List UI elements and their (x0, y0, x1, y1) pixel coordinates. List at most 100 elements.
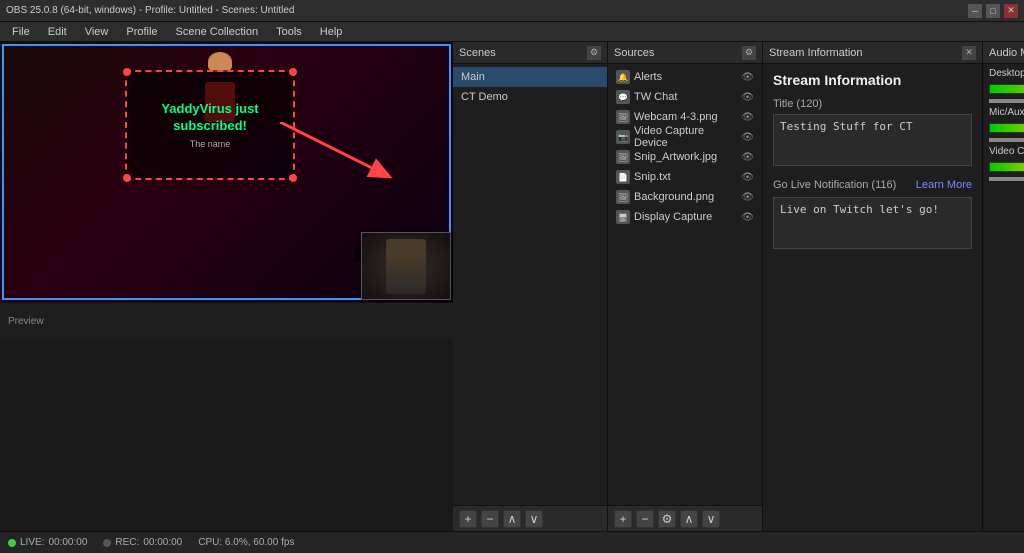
desktop-audio-fader: 🔊 ⚙ (989, 81, 1024, 97)
menu-scene-collection[interactable]: Scene Collection (168, 24, 267, 40)
go-live-row: Go Live Notification (116) Learn More (773, 179, 972, 191)
move-source-down-button[interactable]: ∨ (702, 510, 720, 528)
audio-panel-title: Audio Mixer (989, 47, 1024, 59)
title-field-label: Title (120) (773, 98, 972, 110)
sources-panel-title: Sources (614, 47, 654, 59)
snip-artwork-icon: 🖼 (616, 150, 630, 164)
source-twchat-name: TW Chat (634, 91, 677, 103)
menu-profile[interactable]: Profile (118, 24, 165, 40)
arrow-overlay (280, 122, 400, 182)
stream-title-input[interactable] (773, 114, 972, 166)
middle-section: YaddyVirus just subscribed! The name n Y… (0, 42, 1024, 531)
alerts-visibility[interactable]: 👁 (741, 72, 754, 83)
move-scene-down-button[interactable]: ∨ (525, 510, 543, 528)
source-display-capture-name: Display Capture (634, 211, 712, 223)
add-scene-button[interactable]: + (459, 510, 477, 528)
move-source-up-button[interactable]: ∧ (680, 510, 698, 528)
snip-txt-icon: 📄 (616, 170, 630, 184)
source-webcam[interactable]: 🖼 Webcam 4-3.png 👁 (608, 107, 762, 127)
source-snip-artwork[interactable]: 🖼 Snip_Artwork.jpg 👁 (608, 147, 762, 167)
scenes-config-icon[interactable]: ⚙ (587, 46, 601, 60)
source-video-capture[interactable]: 📷 Video Capture Device 👁 (608, 127, 762, 147)
remove-scene-button[interactable]: − (481, 510, 499, 528)
twchat-icon: 💬 (616, 90, 630, 104)
scene-item-ct-demo[interactable]: CT Demo (453, 87, 607, 107)
alerts-icon: 🔔 (616, 70, 630, 84)
go-live-label: Go Live Notification (116) (773, 179, 896, 191)
snip-txt-visibility[interactable]: 👁 (741, 172, 754, 183)
menu-edit[interactable]: Edit (40, 24, 75, 40)
learn-more-link[interactable]: Learn More (916, 179, 972, 191)
display-capture-visibility[interactable]: 👁 (741, 212, 754, 223)
subscribe-sub: The name (190, 139, 231, 149)
twchat-visibility[interactable]: 👁 (741, 92, 754, 103)
subscribe-box: YaddyVirus just subscribed! The name (125, 70, 295, 180)
go-live-input[interactable] (773, 197, 972, 249)
rec-time: 00:00:00 (143, 537, 182, 548)
source-twchat[interactable]: 💬 TW Chat 👁 (608, 87, 762, 107)
desktop-audio-header: Desktop Audio 0.0 dB (989, 68, 1024, 79)
video-capture-visibility[interactable]: 👁 (741, 132, 754, 143)
audio-track-desktop: Desktop Audio 0.0 dB 🔊 ⚙ (989, 68, 1024, 103)
source-background-name: Background.png (634, 191, 714, 203)
sources-footer: + − ⚙ ∧ ∨ (608, 505, 762, 531)
maximize-button[interactable]: □ (986, 4, 1000, 18)
live-dot (8, 539, 16, 547)
source-settings-button[interactable]: ⚙ (658, 510, 676, 528)
mic-vol-slider[interactable] (989, 138, 1024, 142)
scenes-panel-title: Scenes (459, 47, 496, 59)
mic-vol-fill (989, 138, 1024, 142)
display-capture-icon: 🖥 (616, 210, 630, 224)
mic-audio-name: Mic/Aux (989, 107, 1024, 118)
close-button[interactable]: ✕ (1004, 4, 1018, 18)
background-icon: 🖼 (616, 190, 630, 204)
audio-body: Desktop Audio 0.0 dB 🔊 ⚙ (983, 64, 1024, 531)
mic-audio-header: Mic/Aux 0.0 dB (989, 107, 1024, 118)
menu-file[interactable]: File (4, 24, 38, 40)
background-visibility[interactable]: 👁 (741, 192, 754, 203)
video-capture-audio-name: Video Capture Device (989, 146, 1024, 157)
menu-help[interactable]: Help (312, 24, 351, 40)
add-source-button[interactable]: + (614, 510, 632, 528)
remove-source-button[interactable]: − (636, 510, 654, 528)
preview-section: YaddyVirus just subscribed! The name n Y… (0, 42, 453, 531)
source-webcam-name: Webcam 4-3.png (634, 111, 718, 123)
video-capture-meter (989, 162, 1024, 172)
mic-audio-meter (989, 123, 1024, 133)
desktop-vol-fill (989, 99, 1024, 103)
webcam-visibility[interactable]: 👁 (741, 112, 754, 123)
live-label: LIVE: (20, 537, 44, 548)
sources-config-icon[interactable]: ⚙ (742, 46, 756, 60)
stream-info-close-icon[interactable]: ✕ (962, 46, 976, 60)
source-alerts[interactable]: 🔔 Alerts 👁 (608, 67, 762, 87)
source-display-capture[interactable]: 🖥 Display Capture 👁 (608, 207, 762, 227)
video-capture-vol-slider[interactable] (989, 177, 1024, 181)
thumb-inner (362, 233, 450, 299)
snip-artwork-visibility[interactable]: 👁 (741, 152, 754, 163)
rec-label: REC: (115, 537, 139, 548)
menu-tools[interactable]: Tools (268, 24, 310, 40)
char-head (208, 52, 232, 72)
scene-item-main[interactable]: Main (453, 67, 607, 87)
scenes-list: Main CT Demo (453, 64, 607, 505)
audio-panel-header: Audio Mixer ⚙ (983, 42, 1024, 64)
cpu-status: CPU: 6.0%, 60.00 fps (198, 537, 294, 548)
source-snip-txt[interactable]: 📄 Snip.txt 👁 (608, 167, 762, 187)
preview-thumbnail (361, 232, 451, 300)
mic-audio-fill (990, 124, 1024, 132)
rec-status: REC: 00:00:00 (103, 537, 182, 548)
corner-tr (289, 68, 297, 76)
scenes-panel-icons: ⚙ (587, 46, 601, 60)
video-capture-fader: 🔊 ⚙ (989, 159, 1024, 175)
desktop-vol-slider[interactable] (989, 99, 1024, 103)
move-scene-up-button[interactable]: ∧ (503, 510, 521, 528)
stream-info-body: Stream Information Title (120) Go Live N… (763, 64, 982, 531)
subscribe-text: YaddyVirus just subscribed! (127, 101, 293, 135)
source-background[interactable]: 🖼 Background.png 👁 (608, 187, 762, 207)
thumb-person (386, 239, 426, 294)
menu-view[interactable]: View (77, 24, 117, 40)
preview-label: Preview (8, 316, 44, 327)
minimize-button[interactable]: ─ (968, 4, 982, 18)
preview-bottom: Preview (0, 302, 453, 340)
desktop-audio-meter (989, 84, 1024, 94)
